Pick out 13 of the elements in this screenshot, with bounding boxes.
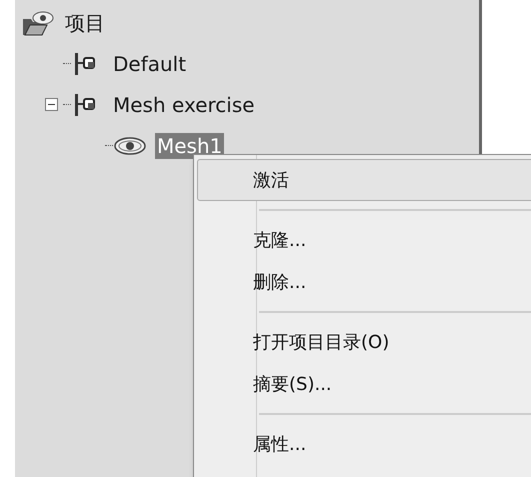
menu-item[interactable]: 克隆... — [197, 219, 531, 261]
tree-item[interactable]: 项目 — [63, 10, 107, 36]
folder-eye-icon — [21, 8, 55, 36]
tree-item[interactable]: Default — [111, 50, 188, 76]
tree-item[interactable]: Mesh1 — [155, 132, 224, 158]
tree-item[interactable]: Mesh exercise — [111, 92, 257, 118]
menu-item[interactable]: 属性... — [197, 423, 531, 465]
menu-item[interactable]: 打开项目目录(O) — [197, 321, 531, 363]
menu-item[interactable]: 摘要(S)... — [197, 363, 531, 405]
eye-icon — [113, 134, 147, 156]
collapse-toggle[interactable] — [44, 98, 58, 111]
menu-item[interactable]: 激活 — [197, 159, 531, 201]
menu-item[interactable]: 删除... — [197, 261, 531, 303]
